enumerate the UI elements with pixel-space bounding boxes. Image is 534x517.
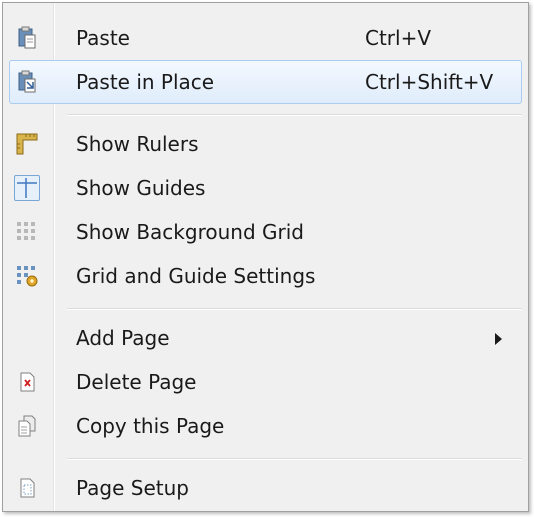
menu-separator bbox=[67, 308, 522, 310]
menu-item-show-rulers[interactable]: Show Rulers bbox=[3, 122, 528, 166]
menu-item-label: Add Page bbox=[76, 326, 170, 350]
menu-item-page-setup[interactable]: Page Setup bbox=[3, 466, 528, 510]
menu-item-show-background-grid[interactable]: Show Background Grid bbox=[3, 210, 528, 254]
menu-separator bbox=[67, 458, 522, 460]
menu-item-label: Paste in Place bbox=[76, 70, 215, 94]
menu-item-paste[interactable]: Paste Ctrl+V bbox=[3, 16, 528, 60]
copy-page-icon bbox=[15, 414, 39, 438]
delete-page-icon bbox=[15, 370, 39, 394]
menu-item-copy-this-page[interactable]: Copy this Page bbox=[3, 404, 528, 448]
menu-item-grid-and-guide-settings[interactable]: Grid and Guide Settings bbox=[3, 254, 528, 298]
menu-item-add-page[interactable]: Add Page bbox=[3, 316, 528, 360]
grid-settings-icon bbox=[15, 264, 39, 288]
grid-icon bbox=[15, 220, 39, 244]
menu-item-label: Grid and Guide Settings bbox=[76, 264, 316, 288]
menu-item-shortcut: Ctrl+Shift+V bbox=[365, 70, 494, 94]
menu-item-label: Show Guides bbox=[76, 176, 206, 200]
submenu-arrow-icon bbox=[495, 333, 502, 345]
paste-in-place-icon bbox=[15, 70, 39, 94]
guides-icon bbox=[14, 175, 40, 201]
menu-item-shortcut: Ctrl+V bbox=[365, 26, 432, 50]
menu-item-label: Delete Page bbox=[76, 370, 197, 394]
menu-item-show-guides[interactable]: Show Guides bbox=[3, 166, 528, 210]
menu-item-label: Show Background Grid bbox=[76, 220, 304, 244]
menu-separator bbox=[67, 114, 522, 116]
menu-item-label: Page Setup bbox=[76, 476, 189, 500]
paste-icon bbox=[15, 26, 39, 50]
menu-item-label: Paste bbox=[76, 26, 130, 50]
menu-item-paste-in-place[interactable]: Paste in Place Ctrl+Shift+V bbox=[3, 60, 528, 104]
menu-item-label: Show Rulers bbox=[76, 132, 199, 156]
rulers-icon bbox=[15, 132, 39, 156]
page-setup-icon bbox=[15, 476, 39, 500]
menu-item-delete-page[interactable]: Delete Page bbox=[3, 360, 528, 404]
menu-item-label: Copy this Page bbox=[76, 414, 225, 438]
context-menu: Paste Ctrl+V Paste in Place Ctrl+Shift+V bbox=[2, 2, 529, 512]
